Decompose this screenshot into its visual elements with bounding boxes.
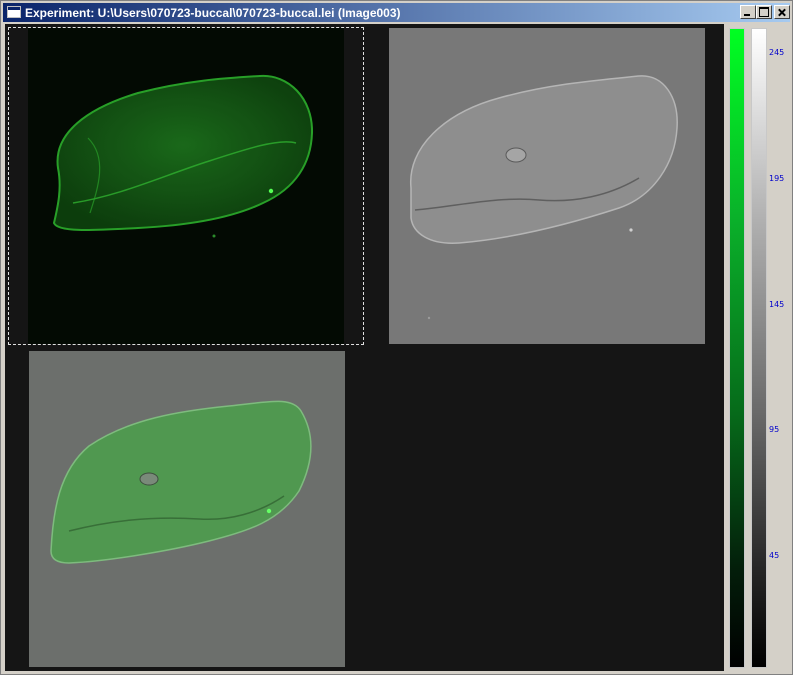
scale-tick: 145 xyxy=(769,300,785,309)
scale-tick: 245 xyxy=(769,48,785,57)
green-cell-graphic xyxy=(52,74,314,238)
minimize-button[interactable] xyxy=(740,5,756,19)
scale-tick: 195 xyxy=(769,174,785,183)
overlay-image[interactable] xyxy=(29,351,345,667)
green-channel-image[interactable] xyxy=(28,28,344,344)
gray-lut-colorbar xyxy=(751,28,767,668)
green-lut-colorbar xyxy=(729,28,745,668)
dic-channel-image[interactable] xyxy=(389,28,705,344)
scale-tick: 95 xyxy=(769,425,780,434)
experiment-window: Experiment: U:\Users\070723-buccal\07072… xyxy=(0,0,793,675)
dic-cell-graphic xyxy=(410,75,678,320)
maximize-button[interactable] xyxy=(756,5,772,19)
intensity-scale: 245 195 145 95 45 xyxy=(769,28,791,668)
overlay-cell-graphic xyxy=(50,400,312,564)
window-title: Experiment: U:\Users\070723-buccal\07072… xyxy=(25,6,401,20)
close-button[interactable] xyxy=(774,5,790,19)
scale-tick: 45 xyxy=(769,551,780,560)
title-bar[interactable]: Experiment: U:\Users\070723-buccal\07072… xyxy=(3,3,790,22)
window-icon[interactable] xyxy=(7,6,21,18)
image-canvas xyxy=(5,24,724,671)
